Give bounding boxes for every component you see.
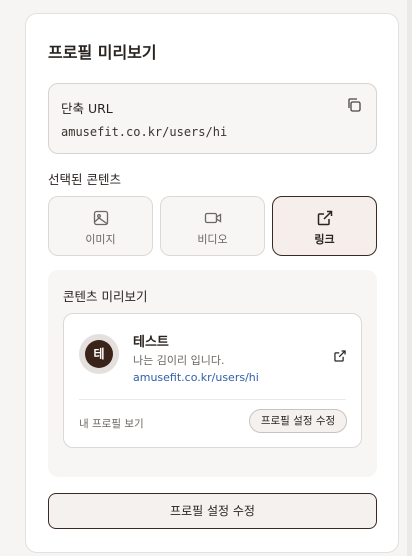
short-url-value: amusefit.co.kr/users/hi xyxy=(61,125,228,139)
copy-icon[interactable] xyxy=(346,97,364,115)
avatar-ring: 테 xyxy=(79,334,119,374)
content-preview-panel: 콘텐츠 미리보기 테 테스트 나는 김이리 입니다. amusefit.co.k… xyxy=(48,270,377,477)
video-icon xyxy=(204,212,221,224)
profile-name: 테스트 xyxy=(133,335,169,350)
content-type-image-label: 이미지 xyxy=(85,233,116,246)
edit-profile-settings-small-button[interactable]: 프로필 설정 수정 xyxy=(249,409,347,433)
profile-preview-card: 프로필 미리보기 단축 URL amusefit.co.kr/users/hi … xyxy=(25,13,399,553)
external-link-icon[interactable] xyxy=(333,348,347,362)
profile-card: 테 테스트 나는 김이리 입니다. amusefit.co.kr/users/h… xyxy=(63,313,362,448)
profile-link[interactable]: amusefit.co.kr/users/hi xyxy=(133,371,259,384)
edit-profile-settings-button[interactable]: 프로필 설정 수정 xyxy=(48,493,377,529)
divider xyxy=(79,399,346,400)
selected-content-label: 선택된 콘텐츠 xyxy=(48,172,121,187)
short-url-box: 단축 URL amusefit.co.kr/users/hi xyxy=(48,83,377,154)
content-type-link-button[interactable]: 링크 xyxy=(272,196,377,256)
content-type-image-button[interactable]: 이미지 xyxy=(48,196,153,256)
profile-bio: 나는 김이리 입니다. xyxy=(133,354,225,367)
content-type-video-button[interactable]: 비디오 xyxy=(160,196,265,256)
avatar: 테 xyxy=(85,340,113,368)
content-preview-label: 콘텐츠 미리보기 xyxy=(63,289,148,304)
page-edge xyxy=(407,0,412,556)
image-icon xyxy=(93,210,108,226)
content-type-link-label: 링크 xyxy=(314,233,335,246)
page-title: 프로필 미리보기 xyxy=(48,43,157,62)
view-my-profile-link[interactable]: 내 프로필 보기 xyxy=(79,416,144,431)
content-type-video-label: 비디오 xyxy=(197,233,228,246)
external-link-icon xyxy=(317,210,332,226)
short-url-label: 단축 URL xyxy=(61,101,113,116)
